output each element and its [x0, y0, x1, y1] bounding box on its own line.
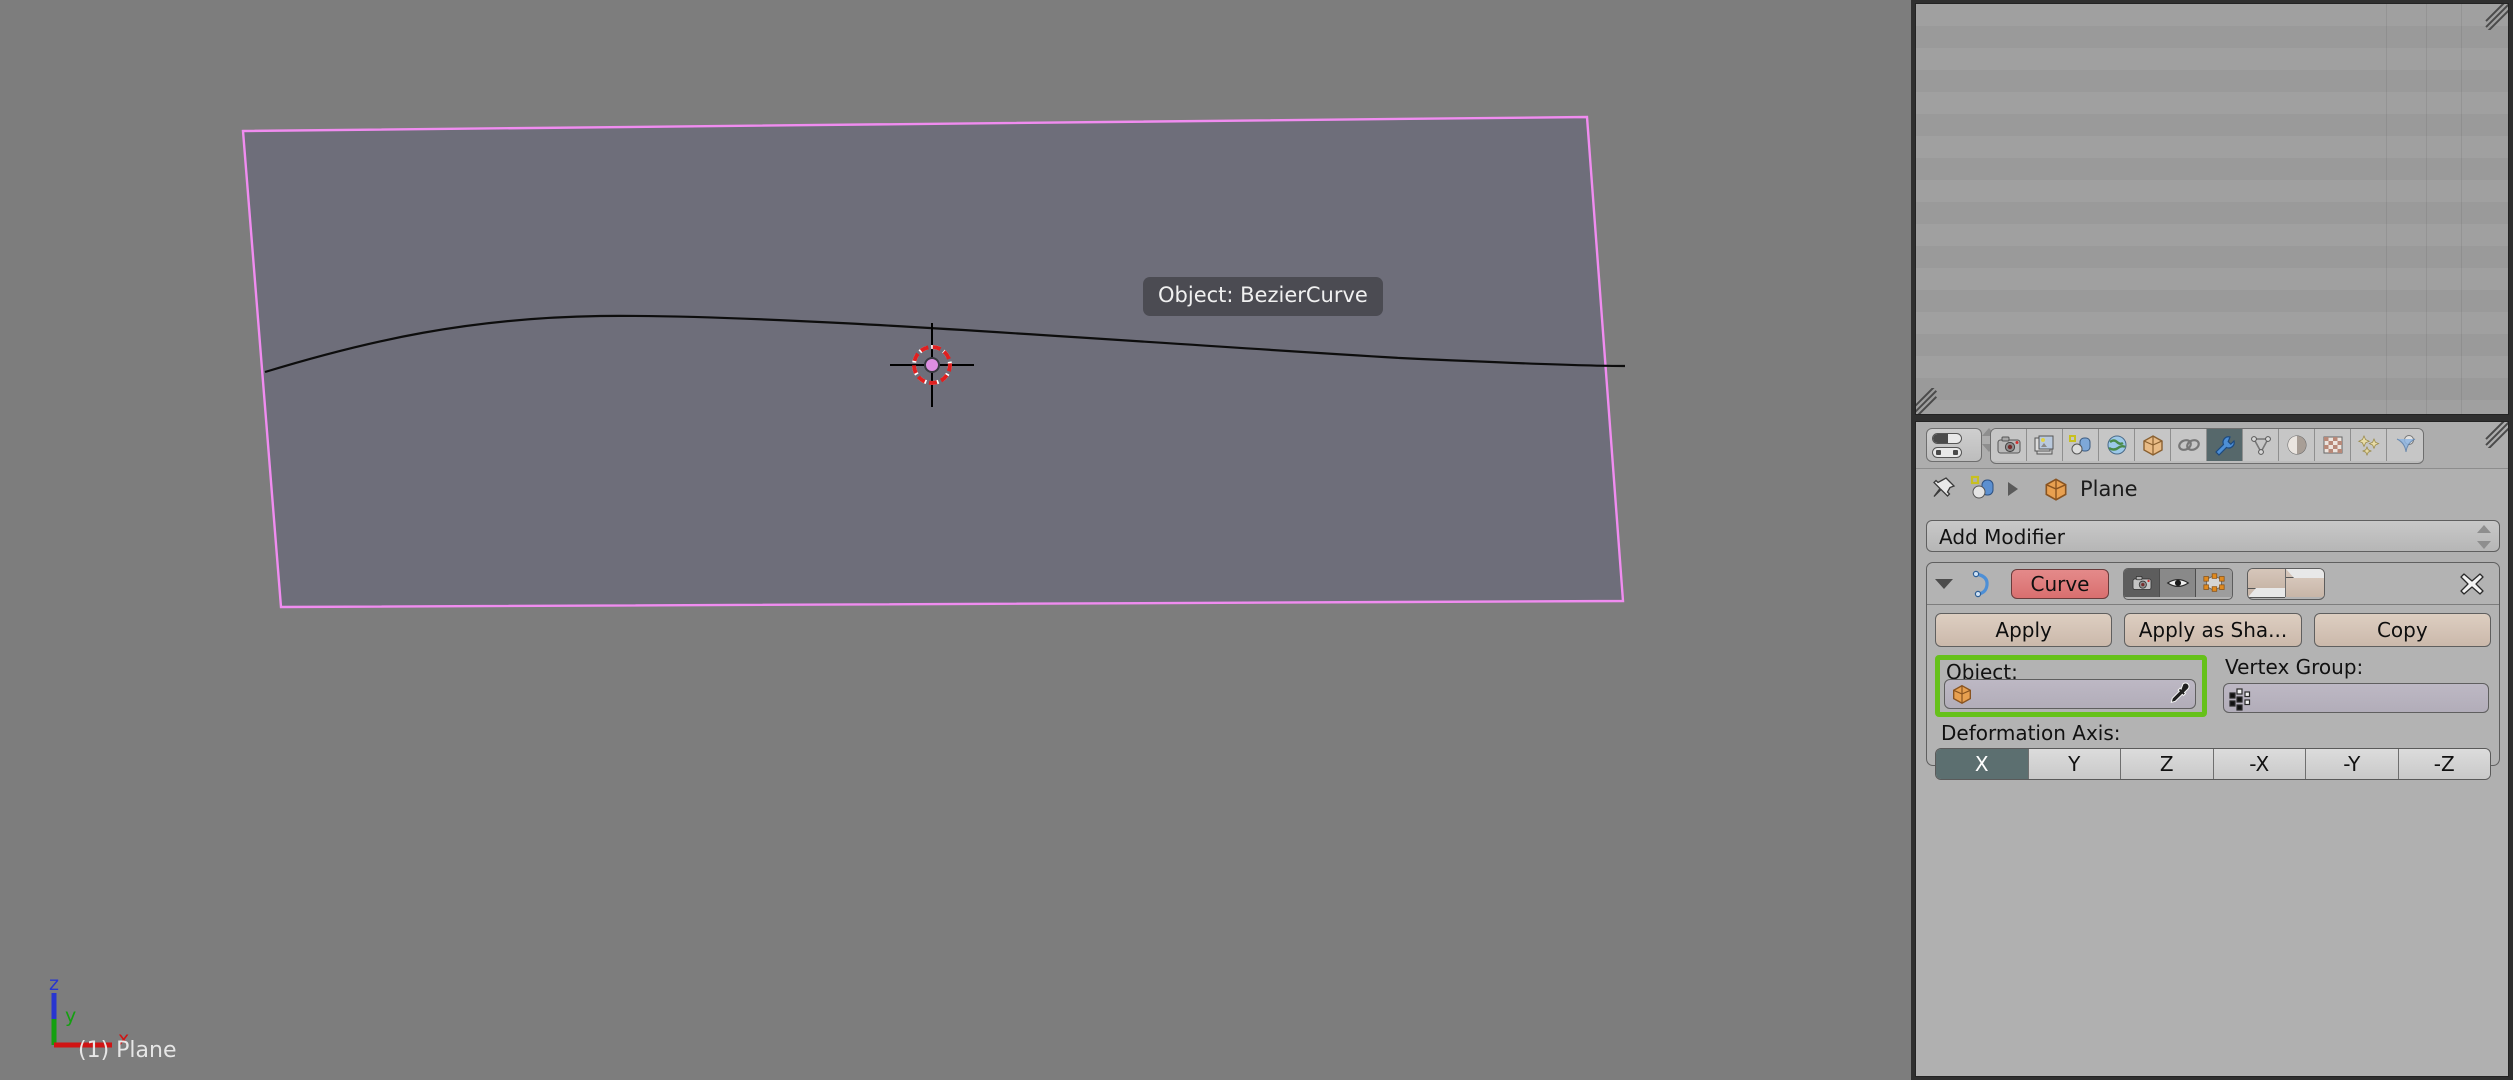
axis-button-z[interactable]: Z	[2121, 749, 2214, 779]
tab-world[interactable]	[2099, 429, 2135, 461]
eyedropper-icon[interactable]	[2166, 682, 2190, 706]
axis-button-neg-y[interactable]: -Y	[2306, 749, 2399, 779]
breadcrumb: Plane	[1916, 468, 2508, 514]
vertex-group-icon	[2229, 688, 2251, 711]
right-column: Plane Add Modifier Curve Apply Apply as …	[1911, 0, 2513, 1080]
3d-viewport[interactable]: Object: BezierCurve z y x (1) Plane	[0, 0, 1911, 1080]
properties-editor: Plane Add Modifier Curve Apply Apply as …	[1915, 421, 2509, 1077]
properties-header	[1916, 422, 2508, 469]
vertex-group-label: Vertex Group:	[2225, 655, 2364, 679]
triangle-down-icon	[2286, 568, 2324, 597]
tab-constraints[interactable]	[2171, 429, 2207, 461]
curve-modifier-panel: Curve Apply Apply as Sha... Copy Object:…	[1926, 562, 2500, 780]
outliner-editor[interactable]	[1915, 3, 2509, 415]
deformation-axis-buttons[interactable]: X Y Z -X -Y -Z	[1935, 748, 2491, 780]
object-field-input[interactable]	[1944, 679, 2196, 709]
add-modifier-label: Add Modifier	[1939, 525, 2065, 549]
copy-button[interactable]: Copy	[2313, 613, 2491, 647]
spin-arrows-icon	[2477, 524, 2491, 550]
triangle-down-icon[interactable]	[1935, 578, 1953, 589]
tab-object[interactable]	[2135, 429, 2171, 461]
tab-material[interactable]	[2279, 429, 2315, 461]
add-modifier-dropdown[interactable]: Add Modifier	[1926, 520, 2500, 552]
tab-scene[interactable]	[2063, 429, 2099, 461]
axis-button-neg-z[interactable]: -Z	[2398, 749, 2490, 779]
tab-render[interactable]	[1991, 429, 2027, 461]
tab-render-layers[interactable]	[2027, 429, 2063, 461]
tab-modifiers[interactable]	[2207, 429, 2243, 461]
tab-object-data[interactable]	[2243, 429, 2279, 461]
chevron-right-icon	[2008, 482, 2018, 496]
axis-button-neg-x[interactable]: -X	[2213, 749, 2306, 779]
modifier-display-toggles[interactable]	[2123, 567, 2233, 600]
axis-button-y[interactable]: Y	[2028, 749, 2121, 779]
tab-texture[interactable]	[2315, 429, 2351, 461]
cube-icon	[1953, 684, 1971, 705]
object-origin-dot	[924, 357, 940, 373]
editor-type-icon[interactable]	[1926, 428, 1982, 462]
tab-physics[interactable]	[2387, 429, 2423, 461]
triangle-up-icon	[2248, 568, 2285, 597]
x-close-icon[interactable]	[2457, 569, 2487, 599]
editor-corner-grip[interactable]	[2482, 4, 2508, 30]
cube-icon	[2045, 478, 2067, 501]
breadcrumb-object-name: Plane	[2080, 476, 2138, 501]
vertex-group-input[interactable]	[2223, 683, 2489, 713]
apply-button[interactable]: Apply	[1935, 613, 2113, 647]
toggle-render[interactable]	[2124, 568, 2160, 597]
modifier-action-buttons: Apply Apply as Sha... Copy	[1935, 613, 2491, 647]
axis-button-x[interactable]: X	[1936, 749, 2029, 779]
svg-text:z: z	[49, 975, 59, 995]
modifier-header: Curve	[1927, 563, 2499, 605]
outliner-column-line	[2386, 4, 2387, 414]
toggle-edit-mode[interactable]	[2196, 568, 2232, 597]
apply-as-shape-button[interactable]: Apply as Sha...	[2124, 613, 2302, 647]
curve-modifier-icon	[1972, 570, 1989, 597]
properties-tab-strip[interactable]	[1990, 428, 2424, 464]
toggle-viewport[interactable]	[2160, 568, 2196, 597]
pin-icon[interactable]	[1928, 474, 1958, 504]
modifier-reorder-buttons[interactable]	[2247, 567, 2325, 600]
modifier-name[interactable]: Curve	[2011, 568, 2109, 599]
deformation-axis-label: Deformation Axis:	[1941, 721, 2121, 745]
object-field-highlight: Object:	[1935, 655, 2207, 717]
tab-particles[interactable]	[2351, 429, 2387, 461]
blender-window: Object: BezierCurve z y x (1) Plane Plan…	[0, 0, 2513, 1080]
object-tooltip: Object: BezierCurve	[1143, 277, 1383, 316]
editor-corner-grip[interactable]	[1916, 388, 1942, 414]
move-modifier-up-button[interactable]	[2248, 568, 2286, 597]
svg-text:y: y	[65, 1005, 76, 1027]
scene-icon	[1970, 475, 1994, 499]
viewport-status-text: (1) Plane	[78, 1038, 177, 1063]
outliner-column-line	[2426, 4, 2427, 414]
outliner-column-line	[2461, 4, 2462, 414]
viewport-scene	[241, 115, 1626, 609]
move-modifier-down-button[interactable]	[2286, 568, 2324, 597]
